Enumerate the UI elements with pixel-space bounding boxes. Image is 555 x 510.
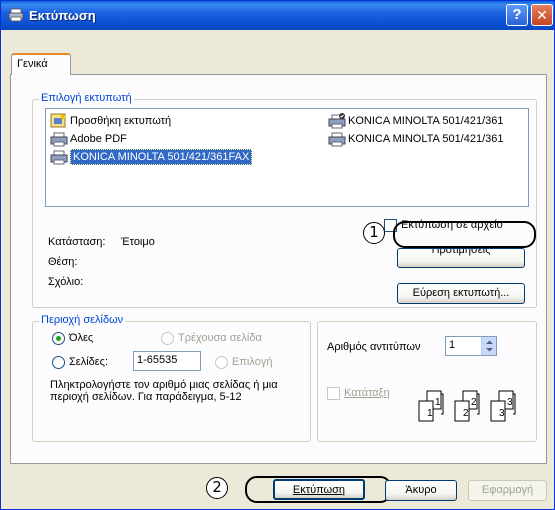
collate-page-1: 1 (427, 408, 433, 419)
current-page-label: Τρέχουσα σελίδα (178, 332, 262, 344)
collate-illustration: 1 1 2 2 3 3 (415, 389, 541, 429)
printer-icon (50, 131, 68, 147)
apply-label: Εφαρμογή (481, 484, 534, 496)
copies-value: 1 (449, 339, 456, 351)
close-icon: ✕ (536, 7, 548, 23)
location-label: Θέση: (48, 256, 78, 268)
list-item-konica[interactable]: KONICA MINOLTA 501/421/361 (328, 131, 504, 147)
list-item-add-printer[interactable]: Προσθήκη εκτυπωτή (50, 113, 171, 129)
copies-label: Αριθμός αντιτύπων (327, 341, 421, 353)
list-item-konica-default[interactable]: KONICA MINOLTA 501/421/361 (328, 113, 504, 129)
page-range-hint: Πληκτρολογήστε τον αριθμό μιας σελίδας ή… (50, 379, 278, 403)
preferences-button[interactable]: Προτιμήσεις (397, 248, 525, 268)
printer-icon (8, 8, 24, 22)
collate-page-2: 2 (463, 408, 469, 419)
find-printer-button[interactable]: Εύρεση εκτυπωτή... (397, 283, 525, 304)
add-printer-icon (50, 113, 68, 129)
printer-icon (50, 149, 68, 165)
pages-label: Σελίδες: (69, 356, 109, 368)
tab-general-label: Γενικά (17, 58, 48, 70)
collate-page-3: 3 (499, 408, 505, 419)
spinner-arrows-icon (486, 340, 493, 352)
collate-page-2-back: 2 (471, 397, 477, 408)
apply-button[interactable]: Εφαρμογή (468, 480, 547, 501)
list-item-konica-fax[interactable]: KONICA MINOLTA 501/421/361FAX (50, 149, 253, 165)
printer-name: KONICA MINOLTA 501/421/361 (348, 115, 504, 127)
pages-input[interactable]: 1-65535 (133, 351, 201, 371)
window-title: Εκτύπωση (29, 8, 96, 23)
copies-spinner[interactable] (481, 337, 496, 355)
status-value: Έτοιμο (121, 236, 155, 248)
collate-page-3-back: 3 (507, 397, 513, 408)
selection-radio[interactable] (215, 356, 228, 369)
callout-number-1: 1 (363, 222, 385, 244)
comment-label: Σχόλιο: (48, 276, 84, 288)
tab-general[interactable]: Γενικά (11, 53, 71, 75)
printer-name: Adobe PDF (70, 133, 127, 145)
page-range-legend: Περιοχή σελίδων (39, 314, 126, 326)
printer-name: Προσθήκη εκτυπωτή (70, 115, 172, 127)
find-printer-label: Εύρεση εκτυπωτή... (412, 287, 510, 299)
collate-checkbox[interactable] (327, 387, 340, 400)
select-printer-legend: Επιλογή εκτυπωτή (39, 92, 134, 104)
all-pages-radio[interactable] (52, 332, 65, 345)
all-pages-label: Όλες (69, 332, 94, 344)
collate-label: Κατάταξη (344, 387, 390, 399)
close-button[interactable]: ✕ (531, 4, 553, 26)
help-button[interactable]: ? (506, 4, 528, 26)
help-icon: ? (512, 6, 522, 23)
print-dialog: Εκτύπωση ? ✕ Γενικά Επιλογή εκτυπωτή Προ… (0, 0, 555, 510)
print-button[interactable]: Εκτύπωση (273, 479, 365, 500)
callout-ring-1 (393, 221, 536, 248)
status-label: Κατάσταση: (48, 236, 106, 248)
list-item-adobe-pdf[interactable]: Adobe PDF (50, 131, 127, 147)
printer-icon (328, 131, 346, 147)
cancel-label: Άκυρο (405, 484, 437, 496)
printer-name: KONICA MINOLTA 501/421/361 (348, 133, 504, 145)
printer-list[interactable]: Προσθήκη εκτυπωτή Adobe PDF KONICA MINOL… (45, 108, 529, 207)
current-page-radio[interactable] (161, 332, 174, 345)
printer-name: KONICA MINOLTA 501/421/361FAX (70, 149, 253, 165)
selection-label: Επιλογή (232, 356, 273, 368)
cancel-button[interactable]: Άκυρο (385, 480, 457, 501)
preferences-label: Προτιμήσεις (431, 248, 491, 256)
title-bar[interactable]: Εκτύπωση ? ✕ (1, 1, 554, 30)
print-label: Εκτύπωση (292, 484, 346, 496)
collate-page-1-back: 1 (435, 397, 441, 408)
pages-radio[interactable] (52, 356, 65, 369)
callout-number-2: 2 (206, 477, 228, 499)
default-printer-icon (328, 113, 346, 129)
